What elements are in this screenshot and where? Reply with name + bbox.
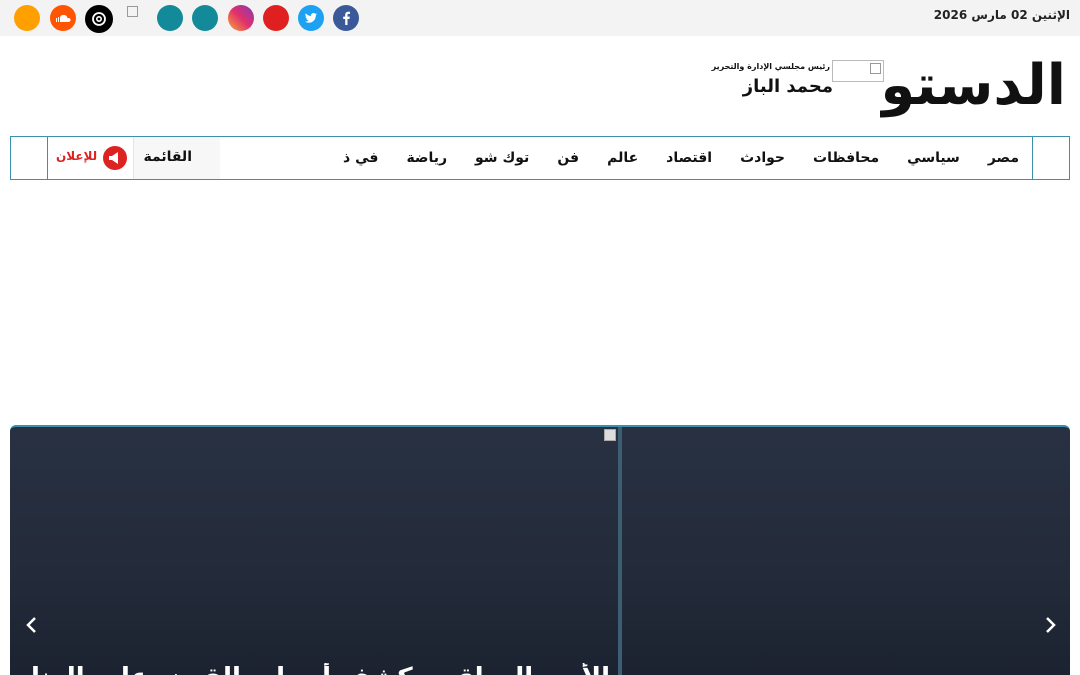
editor-name[interactable]: محمد الباز bbox=[743, 76, 833, 97]
logo[interactable]: الدستور bbox=[880, 42, 1068, 124]
broken-image-icon bbox=[127, 6, 147, 30]
nav-item-partial[interactable]: في ذ bbox=[343, 137, 378, 179]
menu-button[interactable]: القائمة bbox=[133, 137, 220, 179]
nav-item-talk-show[interactable]: توك شو bbox=[475, 137, 529, 179]
editor-photo bbox=[832, 60, 884, 82]
advertise-label: للإعلان bbox=[56, 149, 98, 163]
menu-label: القائمة bbox=[143, 149, 192, 165]
teal-icon-1[interactable] bbox=[192, 5, 218, 31]
nav-item-economy[interactable]: اقتصاد bbox=[666, 137, 712, 179]
facebook-icon[interactable] bbox=[333, 5, 359, 31]
editor-role: رئيس مجلسي الإدارة والتحرير bbox=[711, 62, 830, 71]
svg-text:الدستور: الدستور bbox=[880, 53, 1066, 118]
nav-items: مصر سياسي محافظات حوادث اقتصاد عالم فن توك شو ري… bbox=[219, 137, 1019, 179]
threads-icon[interactable] bbox=[85, 5, 113, 33]
slide-headline[interactable]: الأمن العراقي يكشف أسباب القبض على العنا… bbox=[30, 663, 610, 675]
orange-icon[interactable] bbox=[14, 5, 40, 31]
date-label: الإثنين 02 مارس 2026 bbox=[933, 8, 1070, 22]
news-slider[interactable]: الأمن العراقي يكشف أسباب القبض على العنا… bbox=[10, 425, 1070, 675]
nav-item-governorates[interactable]: محافظات bbox=[813, 137, 879, 179]
nav-item-world[interactable]: عالم bbox=[607, 137, 638, 179]
advertise-link[interactable]: للإعلان bbox=[47, 137, 134, 179]
nav-item-art[interactable]: فن bbox=[557, 137, 579, 179]
instagram-icon[interactable] bbox=[228, 5, 254, 31]
nav-home-box[interactable] bbox=[1032, 137, 1069, 179]
nav-item-accidents[interactable]: حوادث bbox=[740, 137, 785, 179]
teal-icon-2[interactable] bbox=[157, 5, 183, 31]
nav-item-egypt[interactable]: مصر bbox=[988, 137, 1019, 179]
slide-divider bbox=[618, 427, 622, 675]
main-navbar: مصر سياسي محافظات حوادث اقتصاد عالم فن توك شو ري… bbox=[10, 136, 1070, 180]
megaphone-icon bbox=[103, 146, 127, 170]
top-bar: الإثنين 02 مارس 2026 bbox=[0, 0, 1080, 36]
slider-next-arrow-icon[interactable] bbox=[1036, 611, 1064, 639]
nav-item-sports[interactable]: رياضة bbox=[406, 137, 447, 179]
slide-image bbox=[604, 429, 616, 441]
soundcloud-icon[interactable] bbox=[50, 5, 76, 31]
youtube-icon[interactable] bbox=[263, 5, 289, 31]
twitter-icon[interactable] bbox=[298, 5, 324, 31]
nav-item-politics[interactable]: سياسي bbox=[907, 137, 960, 179]
slider-prev-arrow-icon[interactable] bbox=[18, 611, 46, 639]
